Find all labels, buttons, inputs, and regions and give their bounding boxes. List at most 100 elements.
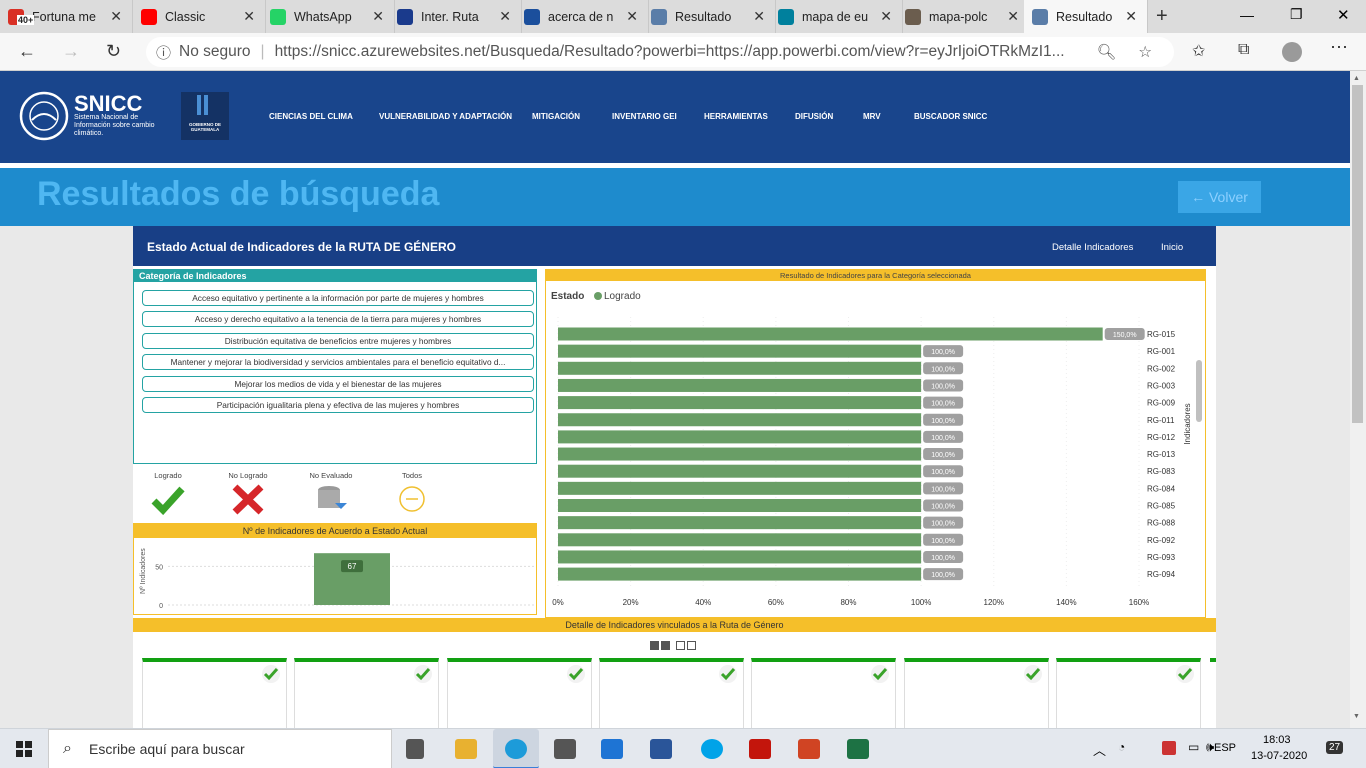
taskbar-search[interactable]: ⌕ Escribe aquí para buscar [48,729,392,768]
mail-icon[interactable] [601,739,623,759]
nav-item[interactable]: MRV [863,112,881,121]
battery-icon[interactable]: ▭ [1188,740,1199,754]
status-label[interactable]: No Logrado [213,471,283,480]
nav-item[interactable]: CIENCIAS DEL CLIMA [269,112,353,121]
task-view-icon[interactable] [406,739,424,759]
nav-item[interactable]: DIFUSIÓN [795,112,833,121]
favorite-star-icon[interactable]: ☆ [1138,43,1152,62]
scrollbar-thumb[interactable] [1352,85,1363,423]
browser-tab[interactable]: Inter. Ruta ✕ [389,0,522,33]
result-category-label: RG-084 [1147,484,1176,493]
category-button[interactable]: Participación igualitaria plena y efecti… [142,397,534,413]
result-bar[interactable] [558,396,922,410]
restore-icon[interactable]: ❐ [1290,6,1303,23]
result-bar[interactable] [558,499,922,512]
skype-icon[interactable] [701,739,723,759]
category-button[interactable]: Distribución equitativa de beneficios en… [142,332,534,349]
acrobat-icon[interactable] [749,739,771,759]
cross-icon[interactable] [230,483,266,515]
zoom-icon[interactable]: 🔍︎ [1097,43,1117,62]
more-menu-icon[interactable]: ⋯ [1330,37,1348,58]
clock-time[interactable]: 18:03 [1263,734,1291,746]
word-icon[interactable] [650,739,672,759]
forward-icon[interactable]: → [62,41,80,62]
category-button[interactable]: Acceso y derecho equitativo a la tenenci… [142,311,534,328]
network-icon[interactable]: ◔ [1118,740,1125,754]
store-icon[interactable] [554,739,576,759]
tab-close-icon[interactable]: ✕ [1007,8,1019,25]
volume-icon[interactable]: 🕪︎ [1206,739,1214,755]
browser-tab[interactable]: acerca de n ✕ [516,0,649,33]
category-button[interactable]: Acceso equitativo y pertinente a la info… [142,290,534,306]
detail-indicators-link[interactable]: Detalle Indicadores [1052,242,1133,253]
result-bar[interactable] [558,430,922,444]
browser-tab[interactable]: mapa-polc ✕ [897,0,1030,33]
url-bar[interactable]: ⓘ No seguro | https://snicc.azurewebsite… [146,37,1174,67]
result-bar[interactable] [558,378,922,392]
browser-tab[interactable]: Resultado ✕ [643,0,776,33]
home-link[interactable]: Inicio [1161,242,1183,253]
tab-close-icon[interactable]: ✕ [880,8,892,25]
tab-close-icon[interactable]: ✕ [753,8,765,25]
status-label[interactable]: No Evaluado [296,471,366,480]
language-indicator[interactable]: ESP [1214,742,1236,754]
result-bar[interactable] [558,361,922,375]
excel-icon[interactable] [847,739,869,759]
result-bar[interactable] [558,533,922,547]
legend-item[interactable]: Logrado [604,291,641,302]
result-bar[interactable] [558,344,922,358]
browser-tab[interactable]: mapa de eu ✕ [770,0,903,33]
collections-icon[interactable]: ⧉ [1238,41,1249,59]
browser-tab[interactable]: Classic ✕ [133,0,266,33]
result-bar[interactable] [558,550,922,564]
tab-close-icon[interactable]: ✕ [1125,8,1137,25]
government-logo-text: GOBIERNO DE GUATEMALA [188,122,221,132]
category-button[interactable]: Mejorar los medios de vida y el bienesta… [142,375,534,392]
tab-close-icon[interactable]: ✕ [372,8,384,25]
edge-taskbar-button[interactable] [493,729,539,768]
nav-item[interactable]: HERRAMIENTAS [704,112,768,121]
reload-icon[interactable]: ↻ [106,41,121,62]
profile-avatar[interactable] [1282,42,1302,62]
database-icon[interactable] [313,483,349,515]
result-bar[interactable] [558,481,922,495]
window-close-icon[interactable]: ✕ [1337,6,1350,24]
powerpoint-icon[interactable] [798,739,820,759]
nav-item[interactable]: INVENTARIO GEI [612,112,677,121]
notification-app-icon[interactable] [1162,741,1176,755]
clock-date[interactable]: 13-07-2020 [1251,750,1307,762]
page-dots[interactable] [650,641,696,650]
favorites-icon[interactable]: ✩ [1192,41,1205,61]
page-scrollbar[interactable]: ▲ ▼ [1350,71,1366,728]
result-bar[interactable] [558,413,922,427]
nav-item[interactable]: MITIGACIÓN [532,112,580,121]
chart-scrollbar[interactable] [1196,360,1202,422]
tab-close-icon[interactable]: ✕ [110,8,122,25]
chevron-up-icon[interactable]: ︿ [1093,740,1106,759]
browser-tab[interactable]: WhatsApp ✕ [262,0,395,33]
windows-start-icon[interactable] [16,741,32,757]
tab-close-icon[interactable]: ✕ [243,8,255,25]
category-button[interactable]: Mantener y mejorar la biodiversidad y se… [142,354,534,371]
browser-tab[interactable]: Resultado ✕ [1024,0,1148,33]
nav-item[interactable]: BUSCADOR SNICC [914,112,987,121]
new-tab-icon[interactable]: + [1156,5,1168,28]
result-bar[interactable] [558,464,922,478]
circle-minus-icon[interactable] [394,483,430,515]
file-explorer-icon[interactable] [455,739,477,759]
minimize-icon[interactable]: — [1240,7,1254,23]
result-bar[interactable] [558,327,1103,341]
status-label[interactable]: Logrado [133,471,203,480]
notification-count[interactable]: 27 [1326,741,1344,754]
nav-item[interactable]: VULNERABILIDAD Y ADAPTACIÓN [379,112,512,121]
status-label[interactable]: Todos [377,471,447,480]
tab-close-icon[interactable]: ✕ [499,8,511,25]
result-bar[interactable] [558,567,922,581]
tab-close-icon[interactable]: ✕ [626,8,638,25]
back-button[interactable]: ← Volver [1178,181,1261,213]
result-bar[interactable] [558,516,922,530]
check-icon[interactable] [150,483,186,515]
back-icon[interactable]: ← [18,41,36,62]
result-bar[interactable] [558,447,922,461]
url-text[interactable]: https://snicc.azurewebsites.net/Busqueda… [275,43,1085,61]
